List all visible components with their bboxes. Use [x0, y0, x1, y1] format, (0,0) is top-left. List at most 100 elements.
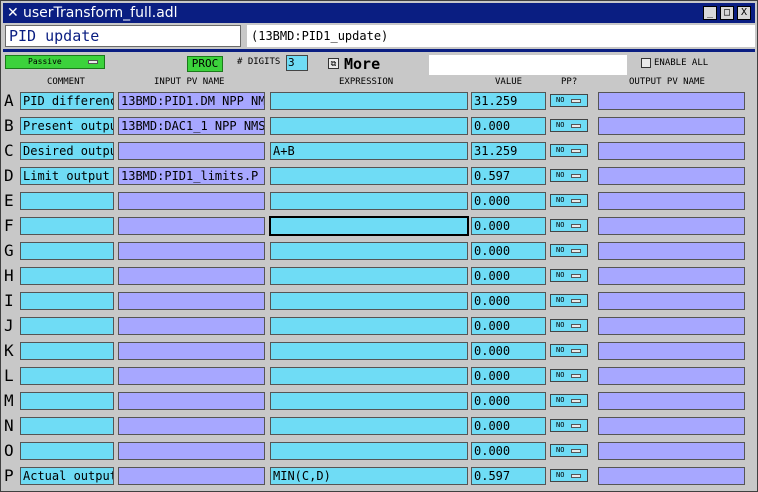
- pp-menu[interactable]: NO: [550, 444, 588, 457]
- pp-menu[interactable]: NO: [550, 419, 588, 432]
- comment-field[interactable]: [20, 192, 114, 210]
- pp-menu[interactable]: NO: [550, 219, 588, 232]
- pp-menu[interactable]: NO: [550, 469, 588, 482]
- comment-field[interactable]: [20, 217, 114, 235]
- value-field[interactable]: 0.000: [471, 392, 546, 410]
- value-field[interactable]: 0.000: [471, 417, 546, 435]
- pp-menu[interactable]: NO: [550, 119, 588, 132]
- expression-field[interactable]: [270, 417, 468, 435]
- value-field[interactable]: 0.000: [471, 442, 546, 460]
- output-pv-field[interactable]: [598, 392, 745, 410]
- input-pv-field[interactable]: [118, 417, 265, 435]
- expression-field[interactable]: [270, 117, 468, 135]
- comment-field[interactable]: [20, 292, 114, 310]
- comment-field[interactable]: [20, 267, 114, 285]
- value-field[interactable]: 0.597: [471, 167, 546, 185]
- comment-field[interactable]: [20, 417, 114, 435]
- input-pv-field[interactable]: [118, 217, 265, 235]
- pp-menu[interactable]: NO: [550, 169, 588, 182]
- input-pv-field[interactable]: [118, 367, 265, 385]
- output-pv-field[interactable]: [598, 417, 745, 435]
- value-field[interactable]: 0.000: [471, 317, 546, 335]
- pp-menu[interactable]: NO: [550, 144, 588, 157]
- pp-menu[interactable]: NO: [550, 244, 588, 257]
- input-pv-field[interactable]: [118, 342, 265, 360]
- pp-menu[interactable]: NO: [550, 369, 588, 382]
- input-pv-field[interactable]: 13BMD:DAC1_1 NPP NMS: [118, 117, 265, 135]
- input-pv-field[interactable]: [118, 142, 265, 160]
- expression-field[interactable]: [270, 392, 468, 410]
- output-pv-field[interactable]: [598, 442, 745, 460]
- expression-field[interactable]: [270, 192, 468, 210]
- input-pv-field[interactable]: [118, 392, 265, 410]
- digits-input[interactable]: 3: [286, 55, 308, 71]
- comment-field[interactable]: Desired output: [20, 142, 114, 160]
- value-field[interactable]: 0.000: [471, 217, 546, 235]
- output-pv-field[interactable]: [598, 267, 745, 285]
- comment-field[interactable]: [20, 342, 114, 360]
- title-bar[interactable]: ✕ userTransform_full.adl _ □ X: [3, 3, 755, 23]
- output-pv-field[interactable]: [598, 192, 745, 210]
- output-pv-field[interactable]: [598, 117, 745, 135]
- expression-field[interactable]: [270, 167, 468, 185]
- comment-field[interactable]: [20, 442, 114, 460]
- output-pv-field[interactable]: [598, 242, 745, 260]
- input-pv-field[interactable]: [118, 442, 265, 460]
- pp-menu[interactable]: NO: [550, 394, 588, 407]
- expression-field[interactable]: MIN(C,D): [270, 467, 468, 485]
- comment-field[interactable]: [20, 242, 114, 260]
- comment-field[interactable]: PID difference: [20, 92, 114, 110]
- value-field[interactable]: 31.259: [471, 92, 546, 110]
- more-button[interactable]: More: [344, 55, 380, 73]
- value-field[interactable]: 0.000: [471, 342, 546, 360]
- value-field[interactable]: 0.000: [471, 367, 546, 385]
- expression-field[interactable]: [270, 317, 468, 335]
- expression-field[interactable]: [270, 292, 468, 310]
- close-button[interactable]: X: [737, 6, 751, 20]
- expression-field[interactable]: [270, 367, 468, 385]
- pp-menu[interactable]: NO: [550, 319, 588, 332]
- output-pv-field[interactable]: [598, 292, 745, 310]
- value-field[interactable]: 0.000: [471, 267, 546, 285]
- expression-field[interactable]: A+B: [270, 142, 468, 160]
- output-pv-field[interactable]: [598, 342, 745, 360]
- enable-all-checkbox[interactable]: [641, 58, 651, 68]
- value-field[interactable]: 0.597: [471, 467, 546, 485]
- pp-menu[interactable]: NO: [550, 294, 588, 307]
- comment-field[interactable]: [20, 392, 114, 410]
- expression-field[interactable]: [270, 442, 468, 460]
- input-pv-field[interactable]: [118, 267, 265, 285]
- value-field[interactable]: 0.000: [471, 292, 546, 310]
- comment-field[interactable]: [20, 317, 114, 335]
- output-pv-field[interactable]: [598, 467, 745, 485]
- pp-menu[interactable]: NO: [550, 194, 588, 207]
- maximize-button[interactable]: □: [720, 6, 734, 20]
- expression-field[interactable]: [270, 342, 468, 360]
- input-pv-field[interactable]: [118, 467, 265, 485]
- comment-field[interactable]: [20, 367, 114, 385]
- input-pv-field[interactable]: 13BMD:PID1.DM NPP NMS: [118, 92, 265, 110]
- pp-menu[interactable]: NO: [550, 269, 588, 282]
- value-field[interactable]: 0.000: [471, 242, 546, 260]
- output-pv-field[interactable]: [598, 92, 745, 110]
- input-pv-field[interactable]: [118, 292, 265, 310]
- output-pv-field[interactable]: [598, 317, 745, 335]
- proc-button[interactable]: PROC: [187, 56, 223, 72]
- scan-mode-menu[interactable]: Passive: [5, 55, 105, 69]
- expression-field[interactable]: [270, 92, 468, 110]
- output-pv-field[interactable]: [598, 142, 745, 160]
- value-field[interactable]: 31.259: [471, 142, 546, 160]
- value-field[interactable]: 0.000: [471, 192, 546, 210]
- input-pv-field[interactable]: [118, 242, 265, 260]
- output-pv-field[interactable]: [598, 367, 745, 385]
- value-field[interactable]: 0.000: [471, 117, 546, 135]
- input-pv-field[interactable]: 13BMD:PID1_limits.P NPP: [118, 167, 265, 185]
- pp-menu[interactable]: NO: [550, 344, 588, 357]
- related-display-icon[interactable]: ⧉: [328, 58, 339, 69]
- record-description-field[interactable]: PID update: [5, 25, 241, 47]
- output-pv-field[interactable]: [598, 217, 745, 235]
- comment-field[interactable]: Actual output: [20, 467, 114, 485]
- pp-menu[interactable]: NO: [550, 94, 588, 107]
- expression-field[interactable]: [270, 242, 468, 260]
- expression-field[interactable]: [270, 267, 468, 285]
